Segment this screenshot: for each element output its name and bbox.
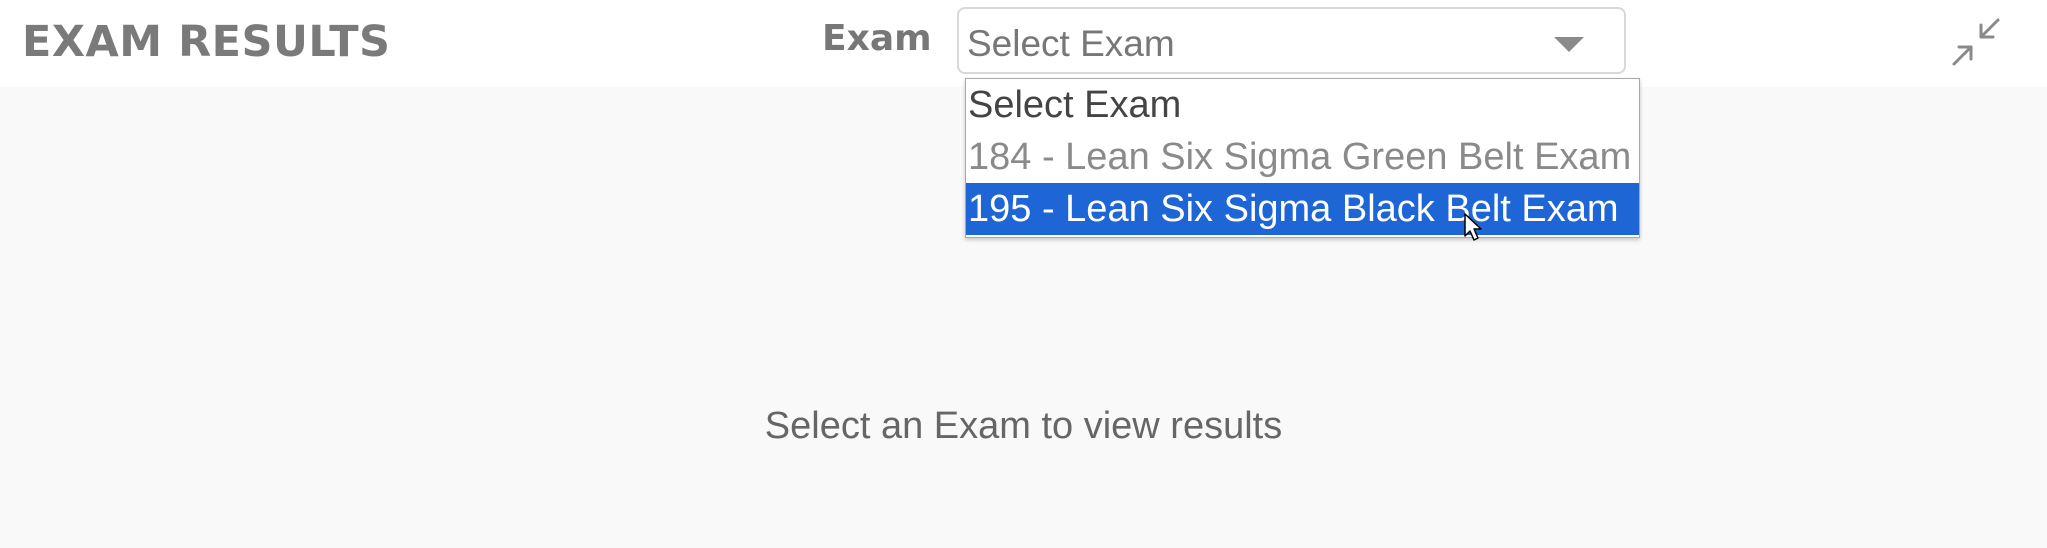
empty-state-message: Select an Exam to view results	[764, 405, 1283, 447]
dropdown-option[interactable]: Select Exam	[966, 79, 1639, 131]
dropdown-option[interactable]: 184 - Lean Six Sigma Green Belt Exam	[966, 131, 1639, 183]
collapse-arrows-icon	[1952, 18, 2000, 66]
exam-label: Exam	[822, 18, 932, 59]
mouse-pointer-icon	[1464, 213, 1482, 241]
collapse-button[interactable]	[1948, 14, 2004, 70]
exam-dropdown-list: Select Exam 184 - Lean Six Sigma Green B…	[965, 78, 1640, 238]
chevron-down-icon	[1554, 37, 1584, 52]
header-bar: EXAM RESULTS Exam Select Exam	[0, 0, 2047, 87]
exam-select[interactable]: Select Exam	[957, 7, 1626, 74]
dropdown-option-highlighted[interactable]: 195 - Lean Six Sigma Black Belt Exam	[966, 183, 1639, 235]
exam-select-value: Select Exam	[967, 23, 1175, 64]
page-title: EXAM RESULTS	[22, 17, 391, 67]
